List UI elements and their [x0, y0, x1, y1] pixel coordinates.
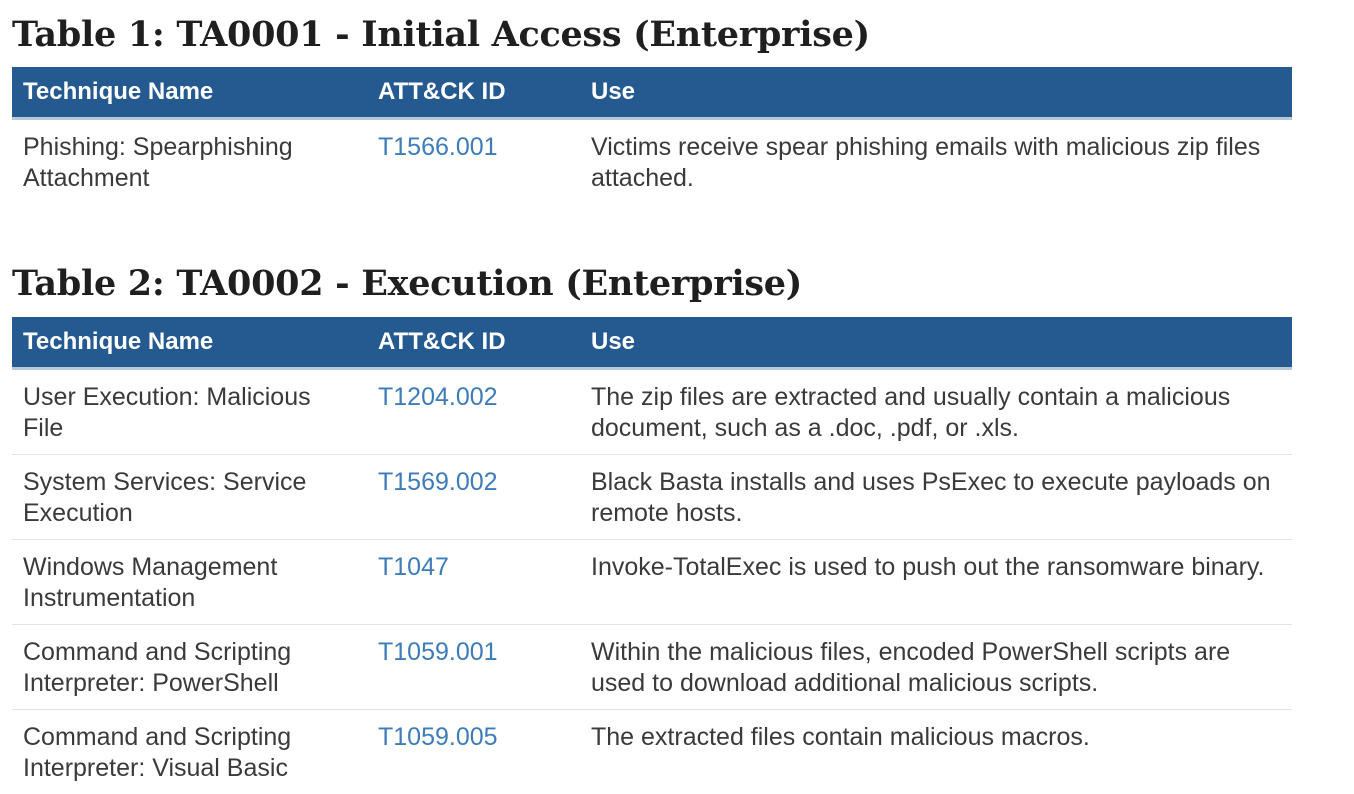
- attack-id-cell: T1566.001: [367, 119, 580, 205]
- attack-id-link[interactable]: T1566.001: [378, 133, 498, 161]
- attack-id-link[interactable]: T1047: [378, 553, 449, 581]
- techniques-table: Technique Name ATT&CK ID Use Phishing: S…: [12, 67, 1292, 204]
- column-header-technique-name: Technique Name: [12, 67, 367, 119]
- table-section-execution: Table 2: TA0002 - Execution (Enterprise)…: [12, 263, 1292, 794]
- table-title: Table 2: TA0002 - Execution (Enterprise): [12, 263, 1292, 305]
- attack-id-cell: T1059.001: [367, 625, 580, 710]
- techniques-table: Technique Name ATT&CK ID Use User Execut…: [12, 317, 1292, 794]
- column-header-use: Use: [580, 67, 1292, 119]
- use-cell: The extracted files contain malicious ma…: [580, 710, 1292, 794]
- attack-id-link[interactable]: T1569.002: [378, 468, 498, 496]
- use-cell: Black Basta installs and uses PsExec to …: [580, 455, 1292, 540]
- technique-name-cell: Phishing: Spearphishing Attachment: [12, 119, 367, 205]
- table-section-initial-access: Table 1: TA0001 - Initial Access (Enterp…: [12, 14, 1292, 204]
- column-header-attack-id: ATT&CK ID: [367, 67, 580, 119]
- attack-id-cell: T1047: [367, 540, 580, 625]
- attack-id-link[interactable]: T1059.005: [378, 723, 498, 751]
- use-cell: The zip files are extracted and usually …: [580, 369, 1292, 455]
- table-title: Table 1: TA0001 - Initial Access (Enterp…: [12, 14, 1292, 56]
- technique-name-cell: Command and Scripting Interpreter: Visua…: [12, 710, 367, 794]
- table-row: Command and Scripting Interpreter: Power…: [12, 625, 1292, 710]
- attack-id-cell: T1059.005: [367, 710, 580, 794]
- technique-name-cell: Windows Management Instrumentation: [12, 540, 367, 625]
- attack-id-link[interactable]: T1059.001: [378, 638, 498, 666]
- column-header-attack-id: ATT&CK ID: [367, 317, 580, 369]
- table-header-row: Technique Name ATT&CK ID Use: [12, 67, 1292, 119]
- attack-id-cell: T1569.002: [367, 455, 580, 540]
- use-cell: Victims receive spear phishing emails wi…: [580, 119, 1292, 205]
- attack-id-cell: T1204.002: [367, 369, 580, 455]
- column-header-use: Use: [580, 317, 1292, 369]
- technique-name-cell: User Execution: Malicious File: [12, 369, 367, 455]
- table-header-row: Technique Name ATT&CK ID Use: [12, 317, 1292, 369]
- technique-name-cell: System Services: Service Execution: [12, 455, 367, 540]
- column-header-technique-name: Technique Name: [12, 317, 367, 369]
- table-row: Windows Management Instrumentation T1047…: [12, 540, 1292, 625]
- use-cell: Invoke-TotalExec is used to push out the…: [580, 540, 1292, 625]
- table-row: User Execution: Malicious File T1204.002…: [12, 369, 1292, 455]
- technique-name-cell: Command and Scripting Interpreter: Power…: [12, 625, 367, 710]
- table-row: System Services: Service Execution T1569…: [12, 455, 1292, 540]
- table-row: Phishing: Spearphishing Attachment T1566…: [12, 119, 1292, 205]
- attack-id-link[interactable]: T1204.002: [378, 383, 498, 411]
- table-row: Command and Scripting Interpreter: Visua…: [12, 710, 1292, 794]
- use-cell: Within the malicious files, encoded Powe…: [580, 625, 1292, 710]
